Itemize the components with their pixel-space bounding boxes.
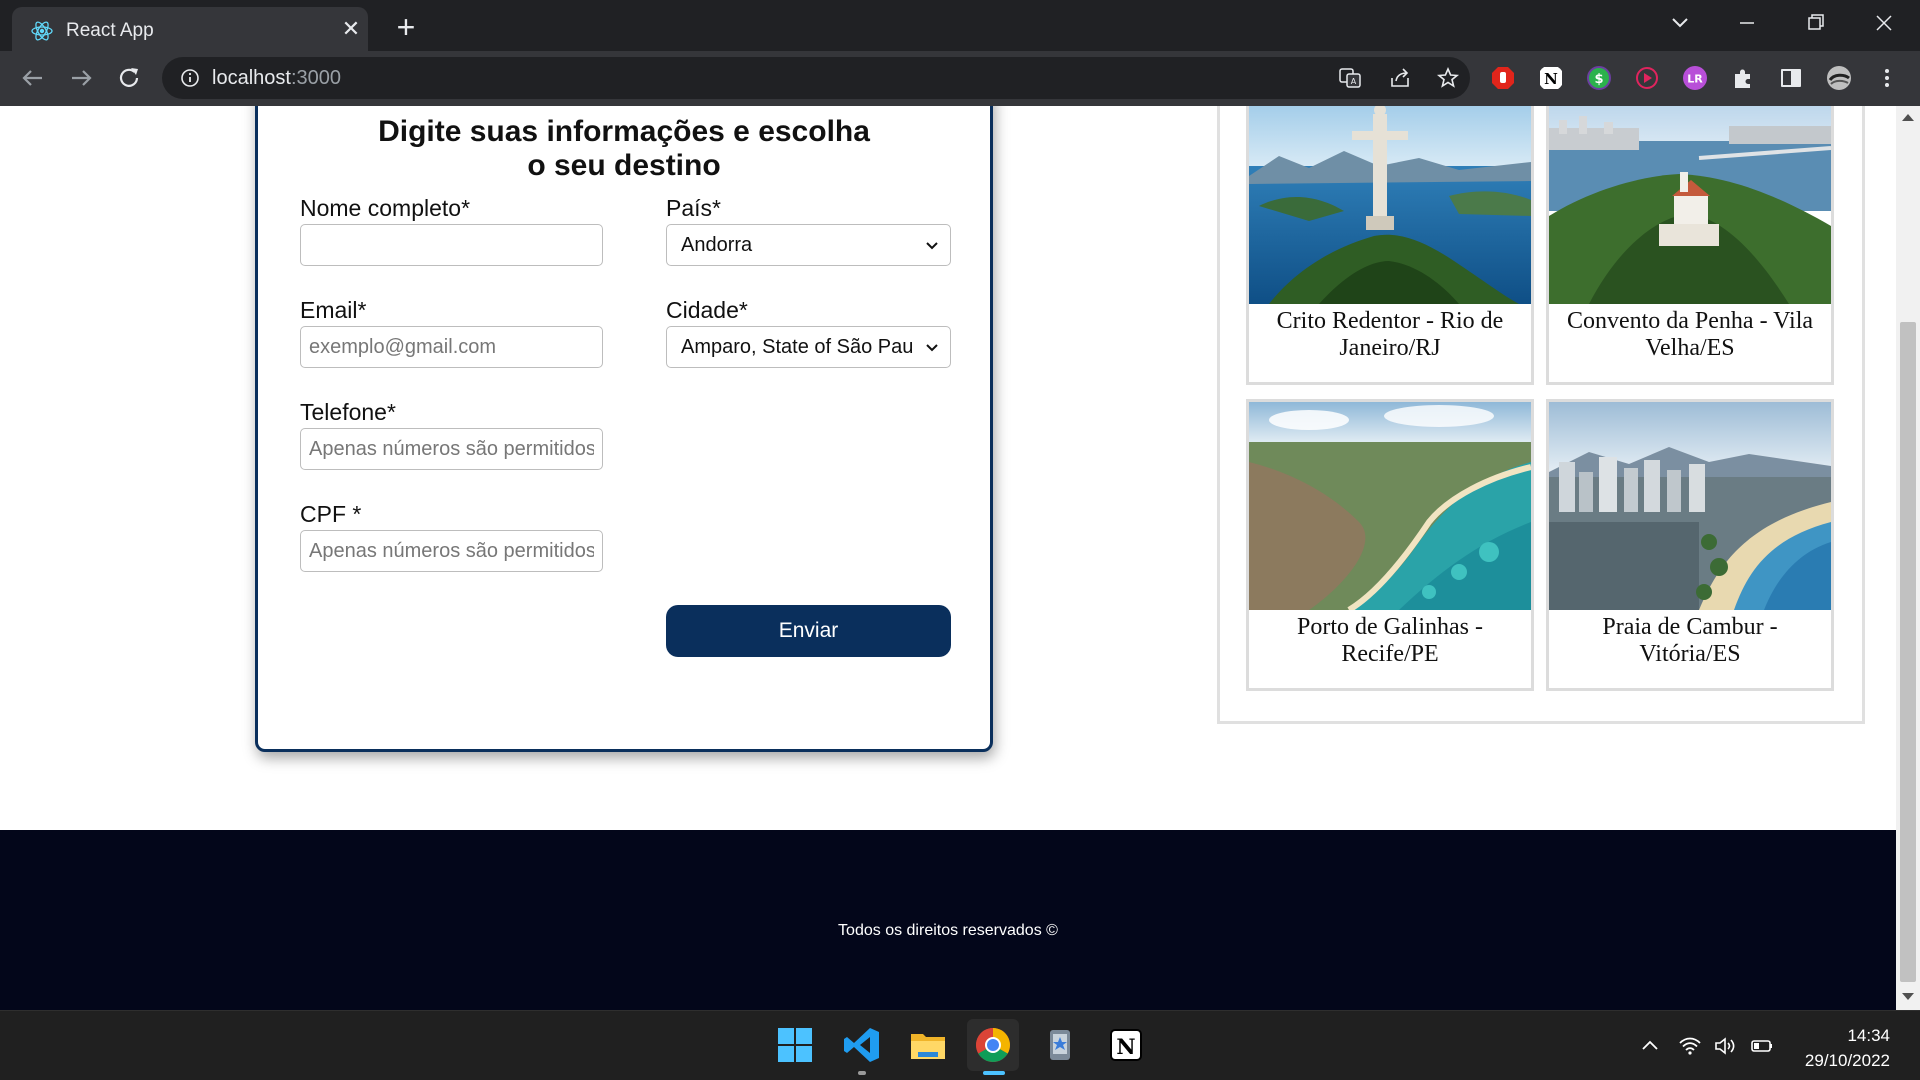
destination-label: Praia de Cambur - Vitória/ES [1602, 614, 1778, 667]
booking-form: Digite suas informações e escolha o seu … [255, 106, 993, 752]
adblock-extension-icon[interactable] [1490, 65, 1516, 91]
address-bar[interactable]: localhost:3000 A [162, 57, 1470, 99]
url-port: :3000 [290, 67, 341, 89]
system-clock[interactable]: 14:34 29/10/2022 [1805, 1023, 1890, 1073]
destination-card[interactable]: Porto de Galinhas - Recife/PE [1246, 399, 1534, 691]
lr-extension-icon[interactable]: LR [1682, 65, 1708, 91]
cpf-label: CPF * [300, 501, 362, 527]
destination-label: Crito Redentor - Rio de Janeiro/RJ [1276, 308, 1504, 361]
tray-chevron-up-icon[interactable] [1638, 1034, 1662, 1058]
name-label: Nome completo* [300, 195, 471, 221]
chevron-down-icon [926, 344, 938, 352]
back-arrow-icon[interactable] [16, 61, 50, 95]
battery-icon[interactable] [1750, 1034, 1774, 1058]
destination-photo [1549, 106, 1831, 304]
svg-text:$: $ [1594, 72, 1603, 87]
chrome-menu-icon[interactable] [1874, 65, 1900, 91]
page-scrollbar[interactable] [1896, 106, 1920, 1010]
taskbar: N 14:34 29/10/2022 [0, 1010, 1920, 1080]
forward-arrow-icon[interactable] [64, 61, 98, 95]
close-window-icon[interactable] [1864, 8, 1904, 38]
destination-photo [1249, 106, 1531, 304]
form-title: Digite suas informações e escolha o seu … [258, 115, 990, 183]
notion-app-icon[interactable]: N [1106, 1025, 1146, 1065]
scrollbar-thumb[interactable] [1900, 322, 1916, 982]
destination-photo [1549, 402, 1831, 610]
destinations-panel: Crito Redentor - Rio de Janeiro/RJ Conve… [1217, 106, 1865, 724]
money-extension-icon[interactable]: $ [1586, 65, 1612, 91]
svg-text:N: N [1116, 1034, 1135, 1059]
file-explorer-icon[interactable] [908, 1025, 948, 1065]
notion-extension-icon[interactable]: N [1538, 65, 1564, 91]
site-info-icon[interactable] [180, 68, 200, 88]
scroll-down-icon[interactable] [1902, 993, 1914, 1000]
extensions-puzzle-icon[interactable] [1730, 65, 1756, 91]
url-text: localhost:3000 [212, 67, 341, 90]
svg-text:LR: LR [1687, 73, 1703, 86]
url-host: localhost [212, 67, 291, 89]
form-title-line2: o seu destino [527, 149, 721, 182]
chevron-down-icon [926, 242, 938, 250]
chrome-active-indicator [983, 1071, 1005, 1075]
profile-avatar-icon[interactable] [1826, 65, 1852, 91]
tab-search-chevron-icon[interactable] [1660, 8, 1700, 38]
svg-text:A: A [1351, 77, 1357, 86]
player-extension-icon[interactable] [1634, 65, 1660, 91]
volume-icon[interactable] [1713, 1034, 1737, 1058]
destination-label: Convento da Penha - Vila Velha/ES [1566, 308, 1814, 361]
country-label: País* [666, 195, 721, 221]
minimize-icon[interactable] [1727, 8, 1767, 38]
tab-close-icon[interactable]: ✕ [340, 18, 362, 40]
city-select[interactable]: Amparo, State of São Paulo [666, 326, 951, 368]
name-input[interactable] [300, 224, 603, 266]
footer-copyright: Todos os direitos reservados © [838, 922, 1058, 939]
phone-input[interactable] [300, 428, 603, 470]
destination-photo [1249, 402, 1531, 610]
svg-text:N: N [1544, 70, 1558, 88]
windows-start-icon[interactable] [775, 1025, 815, 1065]
page-footer: Todos os direitos reservados © [0, 830, 1896, 1010]
side-panel-icon[interactable] [1778, 65, 1804, 91]
destination-card[interactable]: Praia de Cambur - Vitória/ES [1546, 399, 1834, 691]
country-select[interactable]: Andorra [666, 224, 951, 266]
scroll-up-icon[interactable] [1902, 114, 1914, 121]
vscode-running-indicator [858, 1071, 866, 1075]
email-input[interactable] [300, 326, 603, 368]
bookmark-star-icon[interactable] [1436, 66, 1460, 90]
cpf-input[interactable] [300, 530, 603, 572]
new-tab-button[interactable]: + [390, 11, 422, 44]
browser-tab-bar: React App ✕ + [0, 0, 1920, 51]
translate-icon[interactable]: A [1338, 66, 1362, 90]
phone-label: Telefone* [300, 399, 396, 425]
tab-title: React App [66, 20, 154, 41]
browser-tab[interactable]: React App ✕ [12, 7, 368, 51]
submit-button[interactable]: Enviar [666, 605, 951, 657]
chrome-icon[interactable] [973, 1025, 1013, 1065]
reload-icon[interactable] [112, 61, 146, 95]
react-logo-icon [31, 21, 53, 41]
wifi-icon[interactable] [1678, 1034, 1702, 1058]
city-label: Cidade* [666, 297, 748, 323]
share-icon[interactable] [1388, 66, 1412, 90]
destination-card[interactable]: Convento da Penha - Vila Velha/ES [1546, 106, 1834, 385]
destination-label: Porto de Galinhas - Recife/PE [1297, 614, 1483, 667]
browser-toolbar: localhost:3000 A N $ LR [0, 51, 1920, 106]
country-select-value: Andorra [681, 234, 753, 256]
clock-date: 29/10/2022 [1804, 1051, 1890, 1070]
email-label: Email* [300, 297, 367, 323]
restore-icon[interactable] [1795, 8, 1835, 38]
vscode-icon[interactable] [842, 1025, 882, 1065]
clock-time: 14:34 [1847, 1026, 1890, 1045]
destination-card[interactable]: Crito Redentor - Rio de Janeiro/RJ [1246, 106, 1534, 385]
page-viewport: Digite suas informações e escolha o seu … [0, 106, 1920, 1010]
snipping-tool-icon[interactable] [1040, 1025, 1080, 1065]
city-select-value: Amparo, State of São Paulo [681, 336, 913, 358]
form-title-line1: Digite suas informações e escolha [378, 115, 870, 148]
